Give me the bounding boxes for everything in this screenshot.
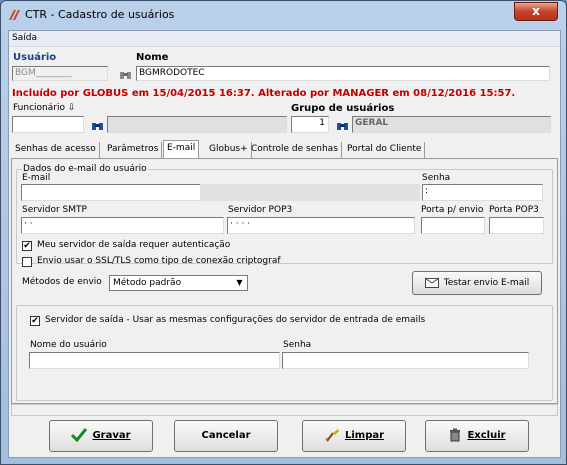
- sort-down-icon: ⇩: [67, 103, 76, 113]
- status-strip: [11, 404, 558, 416]
- menu-bar: Saída: [9, 31, 560, 47]
- nome-usuario-field[interactable]: [29, 352, 280, 369]
- usuario-field[interactable]: BGM________: [12, 66, 108, 81]
- action-bar: Gravar Cancelar Limpar Excluir: [9, 417, 560, 457]
- funcionario-name-field: [107, 116, 287, 133]
- app-logo-icon: [9, 10, 20, 20]
- gravar-label: Gravar: [92, 430, 131, 441]
- usuario-label: Usuário: [13, 52, 57, 63]
- tab-portal-do-cliente[interactable]: Portal do Cliente: [344, 142, 426, 158]
- porta-pop3-label: Porta POP3: [489, 205, 539, 215]
- senha2-field[interactable]: [282, 352, 529, 369]
- tab-email[interactable]: E-mail: [163, 140, 200, 158]
- excluir-button[interactable]: Excluir: [425, 420, 529, 452]
- porta-envio-field[interactable]: [421, 217, 485, 234]
- ssl-checkbox[interactable]: [22, 257, 32, 267]
- ssl-checkbox-label: Envio usar o SSL/TLS como tipo de conexã…: [37, 256, 281, 266]
- smtp-field[interactable]: · ·: [21, 217, 224, 234]
- testar-envio-button[interactable]: Testar envio E-mail: [412, 271, 542, 295]
- tab-parametros[interactable]: Parâmetros: [104, 142, 163, 158]
- excluir-label: Excluir: [467, 430, 506, 441]
- tab-globus-plus[interactable]: Globus+: [206, 142, 252, 158]
- broom-icon: [324, 429, 339, 442]
- email-field-redacted: [200, 184, 420, 201]
- metodo-label: Métodos de envio: [22, 277, 102, 287]
- client-area: Saída Usuário BGM________ Nome BGMRODOTE…: [8, 30, 561, 458]
- nome-usuario-label: Nome do usuário: [30, 340, 107, 350]
- title-bar: CTR - Cadastro de usuários x: [1, 1, 566, 29]
- funcionario-label: Funcionário ⇩: [13, 103, 76, 113]
- binoculars-icon[interactable]: [336, 119, 349, 131]
- tab-controle-de-senhas[interactable]: Controle de senhas: [248, 142, 342, 158]
- auth-checkbox-label: Meu servidor de saída requer autenticaçã…: [37, 240, 231, 250]
- audit-info: Incluído por GLOBUS em 15/04/2015 16:37.…: [12, 88, 516, 99]
- grupo-name-field: GERAL: [352, 116, 551, 133]
- app-window: CTR - Cadastro de usuários x Saída Usuár…: [0, 0, 567, 465]
- porta-envio-label: Porta p/ envio: [421, 205, 484, 215]
- nome-field[interactable]: BGMRODOTEC: [136, 66, 550, 81]
- email-tab-panel: Dados do e-mail do usuário E-mail Senha …: [11, 158, 558, 404]
- chevron-down-icon[interactable]: ▼: [233, 277, 246, 289]
- senha-label: Senha: [422, 173, 451, 183]
- trash-icon: [450, 428, 461, 442]
- smtp-label: Servidor SMTP: [22, 205, 87, 215]
- window-title: CTR - Cadastro de usuários: [25, 8, 175, 21]
- pop3-label: Servidor POP3: [228, 205, 293, 215]
- same-config-checkbox[interactable]: ✔: [30, 316, 40, 326]
- limpar-button[interactable]: Limpar: [302, 420, 406, 452]
- cancelar-label: Cancelar: [201, 430, 251, 441]
- funcionario-code-field[interactable]: [12, 116, 84, 133]
- binoculars-icon[interactable]: [91, 119, 104, 131]
- close-button[interactable]: x: [514, 2, 558, 21]
- pop3-field[interactable]: · · · ·: [227, 217, 415, 234]
- email-label: E-mail: [22, 173, 51, 183]
- limpar-label: Limpar: [344, 430, 385, 441]
- senha-field[interactable]: :: [422, 184, 543, 201]
- tab-senhas-de-acesso[interactable]: Senhas de acesso: [12, 142, 100, 158]
- nome-label: Nome: [136, 52, 169, 63]
- testar-envio-label: Testar envio E-mail: [443, 278, 530, 288]
- envelope-icon: [424, 277, 439, 288]
- same-config-label: Servidor de saída - Usar as mesmas confi…: [45, 315, 426, 325]
- gravar-button[interactable]: Gravar: [49, 420, 153, 452]
- checkmark-icon: [71, 428, 88, 442]
- cancelar-button[interactable]: Cancelar: [174, 420, 278, 452]
- senha2-label: Senha: [283, 340, 312, 350]
- menu-saida[interactable]: Saída: [12, 33, 37, 43]
- auth-checkbox[interactable]: ✔: [22, 241, 32, 251]
- binoculars-icon[interactable]: [119, 68, 132, 80]
- metodo-select[interactable]: Método padrão ▼: [109, 275, 248, 291]
- metodo-selected-value: Método padrão: [113, 278, 182, 288]
- grupo-code-field[interactable]: 1: [291, 116, 329, 133]
- grupo-label: Grupo de usuários: [291, 103, 395, 114]
- porta-pop3-field[interactable]: [489, 217, 544, 234]
